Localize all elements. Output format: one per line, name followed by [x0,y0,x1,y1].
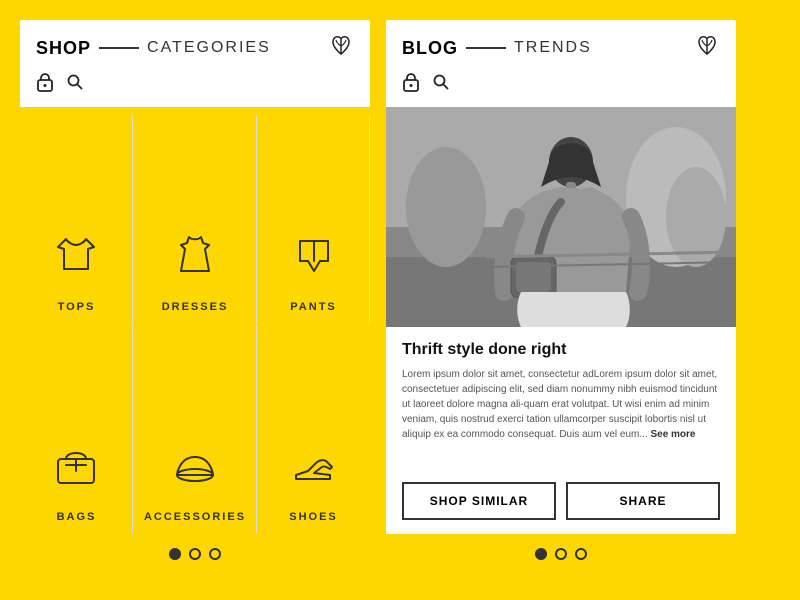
see-more-link[interactable]: See more [650,429,695,440]
blog-header-top: BLOG TRENDS [402,32,720,64]
bags-label: BAGS [31,501,122,523]
category-pants[interactable]: PANTS [257,115,370,324]
shop-title-light: CATEGORIES [147,39,271,57]
dresses-label: DRESSES [144,291,246,313]
blog-search-icon[interactable] [432,73,450,96]
blog-dot-3[interactable] [575,548,587,560]
search-icon[interactable] [66,73,84,96]
tops-label: TOPS [31,291,122,313]
blog-card: BLOG TRENDS [386,20,736,534]
category-dresses[interactable]: DRESSES [133,115,257,324]
category-accessories[interactable]: ACCESSORIES [133,324,257,534]
left-panel: SHOP CATEGORIES [20,20,370,560]
blog-dot-2[interactable] [555,548,567,560]
dot-1-active[interactable] [169,548,181,560]
blog-header: BLOG TRENDS [386,20,736,107]
blog-content: Thrift style done right Lorem ipsum dolo… [386,327,736,534]
blog-body-text: Lorem ipsum dolor sit amet, consectetur … [402,367,720,470]
pants-label: PANTS [268,291,359,313]
blog-article-title: Thrift style done right [402,341,720,359]
lock-icon[interactable] [36,72,54,97]
blog-header-icons [402,72,720,97]
shop-title-bold: SHOP [36,38,91,59]
blog-title-divider [466,47,506,49]
blog-action-buttons: SHOP SIMILAR SHARE [402,482,720,520]
categories-grid: TOPS DRESSES PANTS [20,115,370,534]
blog-title-light: TRENDS [514,39,592,57]
blog-title: BLOG TRENDS [402,38,592,59]
shop-header-icons [36,72,354,97]
left-panel-dots [20,548,370,560]
blog-title-bold: BLOG [402,38,458,59]
category-shoes[interactable]: SHOES [257,324,370,534]
dot-2[interactable] [189,548,201,560]
blog-image [386,107,736,327]
shoes-label: SHOES [268,501,359,523]
shop-header-card: SHOP CATEGORIES [20,20,370,107]
shop-header-top: SHOP CATEGORIES [36,32,354,64]
category-bags[interactable]: BAGS [20,324,133,534]
blog-lock-icon[interactable] [402,72,420,97]
shop-logo-icon [328,32,354,64]
blog-dot-1-active[interactable] [535,548,547,560]
main-container: SHOP CATEGORIES [0,0,800,600]
category-tops[interactable]: TOPS [20,115,133,324]
accessories-label: ACCESSORIES [144,501,246,523]
shop-similar-button[interactable]: SHOP SIMILAR [402,482,556,520]
shop-title-divider [99,47,139,49]
blog-logo-icon [694,32,720,64]
right-panel-dots [386,548,736,560]
shop-title: SHOP CATEGORIES [36,38,271,59]
right-panel: BLOG TRENDS [386,20,736,560]
share-button[interactable]: SHARE [566,482,720,520]
dot-3[interactable] [209,548,221,560]
